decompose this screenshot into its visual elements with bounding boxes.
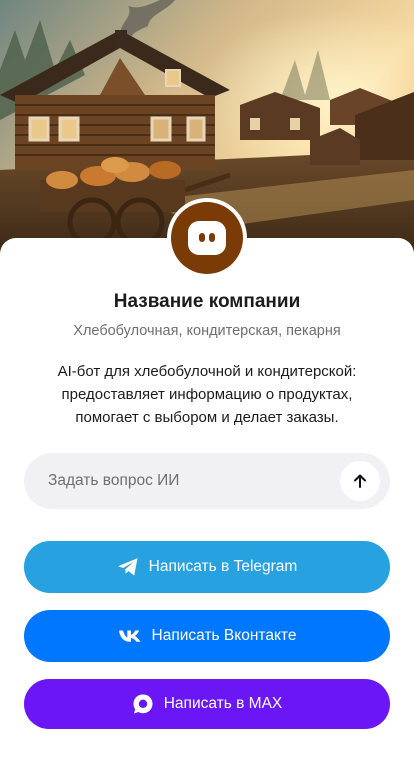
arrow-up-icon <box>352 473 368 489</box>
company-name: Название компании <box>113 291 301 312</box>
telegram-button-label: Написать в Telegram <box>148 558 298 575</box>
company-category: Хлебобулочная, кондитерская, пекарня <box>73 323 341 339</box>
max-icon <box>132 693 154 715</box>
send-button[interactable] <box>340 461 380 501</box>
company-description: AI-бот для хлебобулочной и кондитерской:… <box>57 363 357 426</box>
vk-icon <box>118 629 142 643</box>
bot-icon <box>188 221 226 255</box>
telegram-button[interactable]: Написать в Telegram <box>24 541 390 593</box>
vk-button-label: Написать Вконтакте <box>151 627 297 644</box>
max-button[interactable]: Написать в MAX <box>24 679 390 729</box>
ask-ai-input[interactable] <box>24 453 340 509</box>
avatar <box>167 198 247 278</box>
avatar-background <box>171 202 243 274</box>
max-button-label: Написать в MAX <box>163 695 283 712</box>
vk-button[interactable]: Написать Вконтакте <box>24 610 390 662</box>
telegram-icon <box>117 557 139 577</box>
ask-ai-field <box>24 453 390 509</box>
